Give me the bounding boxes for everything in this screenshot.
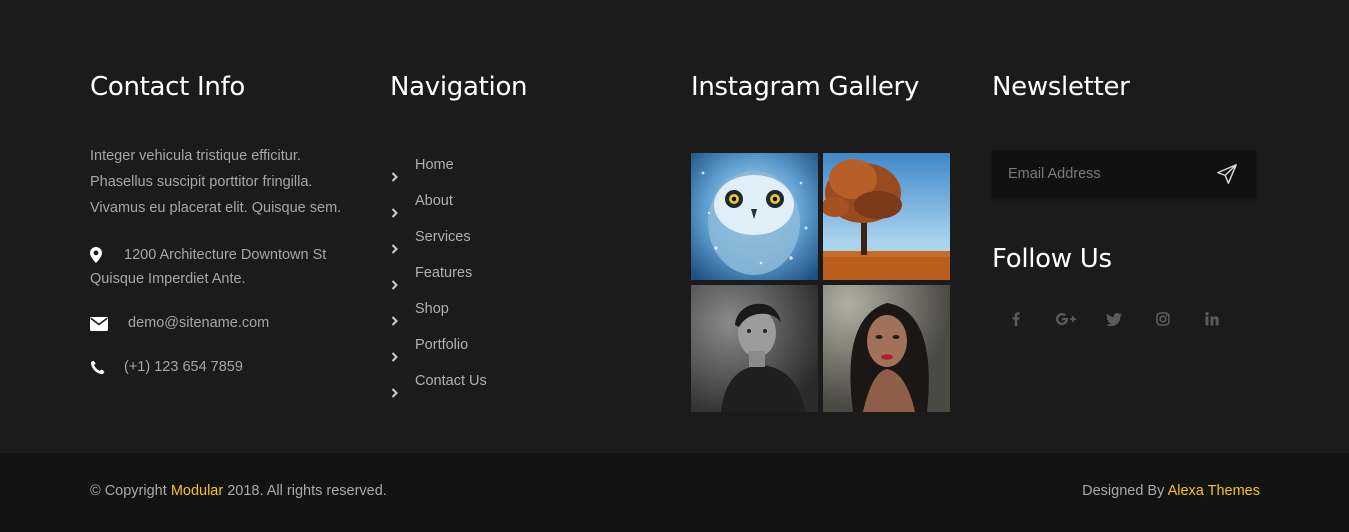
woman-portrait-photo[interactable] bbox=[823, 285, 950, 412]
linkedin-icon[interactable] bbox=[1202, 311, 1222, 331]
phone-row: (+1) 123 654 7859 bbox=[90, 355, 360, 379]
navigation-list: Home About Services Features Shop Portfo… bbox=[390, 147, 650, 399]
contact-column: Contact Info Integer vehicula tristique … bbox=[90, 70, 360, 379]
footer-bottom-bar: © Copyright Modular 2018. All rights res… bbox=[0, 453, 1349, 532]
autumn-tree-photo[interactable] bbox=[823, 153, 950, 280]
nav-item-home[interactable]: Home bbox=[390, 147, 650, 183]
map-marker-icon bbox=[90, 247, 110, 263]
envelope-icon bbox=[90, 315, 110, 331]
email-text[interactable]: demo@sitename.com bbox=[128, 315, 269, 331]
chevron-right-icon bbox=[390, 232, 400, 254]
nav-item-label: Portfolio bbox=[415, 337, 469, 353]
follow-us-title: Follow Us bbox=[992, 244, 1112, 274]
nav-item-contact-us[interactable]: Contact Us bbox=[390, 363, 650, 399]
facebook-icon[interactable] bbox=[1006, 311, 1026, 331]
chevron-right-icon bbox=[390, 304, 400, 326]
email-address-input[interactable] bbox=[992, 150, 1208, 198]
chevron-right-icon bbox=[390, 340, 400, 362]
instagram-icon[interactable] bbox=[1153, 311, 1173, 331]
newsletter-column: Newsletter Follow Us bbox=[992, 70, 1272, 331]
newsletter-form bbox=[992, 150, 1256, 198]
designed-prefix: Designed By bbox=[1082, 483, 1168, 499]
address-text: 1200 Architecture Downtown St Quisque Im… bbox=[90, 247, 327, 287]
nav-item-label: Contact Us bbox=[415, 373, 487, 389]
brand-link[interactable]: Modular bbox=[171, 483, 223, 499]
chevron-right-icon bbox=[390, 376, 400, 398]
google-plus-icon[interactable] bbox=[1054, 311, 1078, 331]
copyright-suffix: 2018. All rights reserved. bbox=[223, 483, 387, 499]
contact-title: Contact Info bbox=[90, 72, 246, 102]
nav-item-shop[interactable]: Shop bbox=[390, 291, 650, 327]
copyright-prefix: © Copyright bbox=[90, 483, 171, 499]
instagram-title: Instagram Gallery bbox=[691, 72, 920, 102]
chevron-right-icon bbox=[390, 268, 400, 290]
chevron-right-icon bbox=[390, 160, 400, 182]
designed-by-text: Designed By Alexa Themes bbox=[1082, 483, 1260, 499]
nav-item-label: Home bbox=[415, 157, 454, 173]
nav-item-about[interactable]: About bbox=[390, 183, 650, 219]
owl-photo[interactable] bbox=[691, 153, 818, 280]
nav-item-label: Services bbox=[415, 229, 471, 245]
man-portrait-photo[interactable] bbox=[691, 285, 818, 412]
social-links bbox=[992, 311, 1272, 331]
footer-main: Contact Info Integer vehicula tristique … bbox=[0, 0, 1349, 453]
copyright-text: © Copyright Modular 2018. All rights res… bbox=[90, 483, 387, 499]
twitter-icon[interactable] bbox=[1104, 311, 1124, 331]
email-row: demo@sitename.com bbox=[90, 311, 360, 335]
instagram-column: Instagram Gallery bbox=[691, 70, 961, 413]
about-text: Integer vehicula tristique efficitur. Ph… bbox=[90, 148, 342, 216]
newsletter-title: Newsletter bbox=[992, 72, 1130, 102]
instagram-gallery bbox=[691, 153, 953, 413]
phone-text[interactable]: (+1) 123 654 7859 bbox=[124, 359, 243, 375]
phone-icon bbox=[90, 359, 110, 375]
address-row: 1200 Architecture Downtown St Quisque Im… bbox=[90, 243, 360, 291]
nav-item-features[interactable]: Features bbox=[390, 255, 650, 291]
navigation-title: Navigation bbox=[390, 72, 528, 102]
nav-item-services[interactable]: Services bbox=[390, 219, 650, 255]
nav-item-label: Features bbox=[415, 265, 473, 281]
nav-item-portfolio[interactable]: Portfolio bbox=[390, 327, 650, 363]
designer-link[interactable]: Alexa Themes bbox=[1168, 483, 1260, 499]
nav-item-label: Shop bbox=[415, 301, 449, 317]
chevron-right-icon bbox=[390, 196, 400, 218]
nav-item-label: About bbox=[415, 193, 453, 209]
paper-plane-icon[interactable] bbox=[1216, 163, 1238, 185]
navigation-column: Navigation Home About Services Features … bbox=[390, 70, 650, 399]
